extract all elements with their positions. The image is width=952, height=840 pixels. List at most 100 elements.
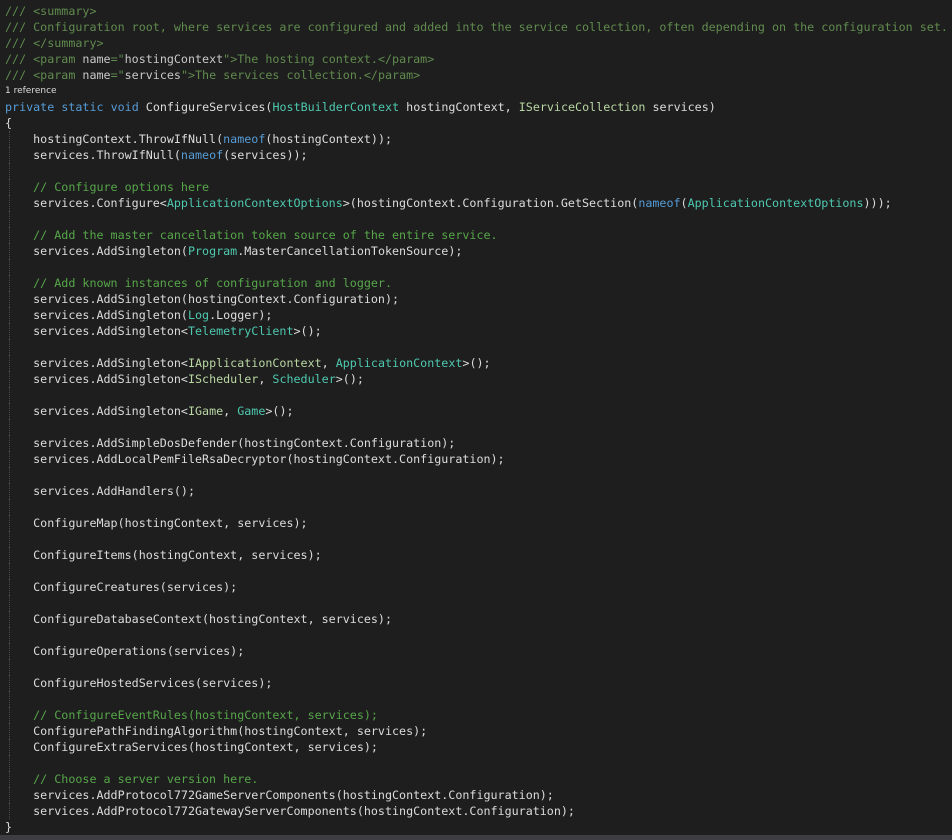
doc-attribute-token: services	[124, 68, 181, 82]
code-text: >();	[293, 324, 322, 338]
indent-guide	[9, 163, 10, 179]
code-text: services)	[645, 100, 716, 114]
keyword-token: static	[61, 100, 104, 114]
indent-guide	[9, 259, 10, 275]
code-editor[interactable]: /// <summary> /// Configuration root, whe…	[0, 3, 952, 835]
indent-guide	[9, 579, 10, 595]
code-line: services.AddHandlers();	[0, 483, 952, 499]
code-text: ConfigureHostedServices(services);	[5, 676, 273, 690]
code-line: private static void ConfigureServices(Ho…	[0, 99, 952, 115]
code-text: hostingContext.ThrowIfNull(	[5, 132, 224, 146]
code-line: services.AddSingleton(Log.Logger);	[0, 307, 952, 323]
code-line: // ConfigureEventRules(hostingContext, s…	[0, 707, 952, 723]
code-text: ConfigureOperations(services);	[5, 644, 245, 658]
indent-guide	[9, 371, 10, 387]
code-line: ConfigureItems(hostingContext, services)…	[0, 547, 952, 563]
code-text: (services));	[223, 148, 308, 162]
doc-comment-token: ">The services collection.</param>	[180, 68, 421, 82]
doc-comment-token: ">The hosting context.</param>	[223, 52, 435, 66]
code-text: {	[5, 116, 13, 130]
indent-guide	[9, 611, 10, 627]
indent-guide	[9, 499, 10, 515]
indent-guide	[9, 739, 10, 755]
code-text: services.Configure<	[5, 196, 167, 210]
horizontal-scrollbar[interactable]	[0, 835, 952, 840]
code-text: services.AddSingleton<	[5, 404, 188, 418]
code-text: services.AddSingleton(	[5, 244, 188, 258]
code-text: ConfigureExtraServices(hostingContext, s…	[5, 740, 378, 754]
code-line: services.AddSingleton<IGame, Game>();	[0, 403, 952, 419]
indent-guide	[9, 403, 10, 419]
code-text: .MasterCancellationTokenSource);	[237, 244, 463, 258]
type-name-token: ApplicationContext	[335, 356, 463, 370]
code-line: services.AddSimpleDosDefender(hostingCon…	[0, 435, 952, 451]
code-line	[0, 755, 952, 771]
code-text: ,	[258, 372, 273, 386]
interface-name-token: IApplicationContext	[187, 356, 322, 370]
code-text: 1 reference	[5, 86, 57, 96]
indent-guide	[9, 291, 10, 307]
code-text: services.AddLocalPemFileRsaDecryptor(hos…	[5, 452, 505, 466]
code-text: >();	[335, 372, 364, 386]
indent-guide	[9, 227, 10, 243]
code-text: services.AddSingleton<	[5, 372, 188, 386]
type-name-token: ApplicationContextOptions	[687, 196, 864, 210]
code-line: services.AddSingleton<TelemetryClient>()…	[0, 323, 952, 339]
indent-guide	[9, 467, 10, 483]
code-line	[0, 467, 952, 483]
keyword-token: private	[5, 100, 55, 114]
indent-guide	[9, 211, 10, 227]
doc-comment-token: /// Configuration root, where services a…	[5, 20, 948, 34]
keyword-token: void	[110, 100, 139, 114]
code-text: ,	[223, 404, 238, 418]
indent-guide	[9, 243, 10, 259]
interface-name-token: IGame	[187, 404, 224, 418]
code-text: services.AddSimpleDosDefender(hostingCon…	[5, 436, 456, 450]
comment-token: // Add the master cancellation token sou…	[5, 228, 498, 242]
indent-guide	[9, 563, 10, 579]
code-line	[0, 211, 952, 227]
indent-guide	[9, 771, 10, 787]
code-line: services.AddSingleton(hostingContext.Con…	[0, 291, 952, 307]
code-line: ConfigureOperations(services);	[0, 643, 952, 659]
code-line: // Add known instances of configuration …	[0, 275, 952, 291]
code-line: ConfigureHostedServices(services);	[0, 675, 952, 691]
doc-comment-token: /// </summary>	[5, 36, 104, 50]
code-line: ConfigureMap(hostingContext, services);	[0, 515, 952, 531]
doc-comment-token: ="	[110, 52, 125, 66]
code-line: /// <param name="services">The services …	[0, 67, 952, 83]
indent-guide	[9, 547, 10, 563]
code-text: ConfigurePathFindingAlgorithm(hostingCon…	[5, 724, 428, 738]
comment-token: // ConfigureEventRules(hostingContext, s…	[5, 708, 378, 722]
code-line: services.AddProtocol772GameServerCompone…	[0, 787, 952, 803]
type-name-token: ApplicationContextOptions	[166, 196, 343, 210]
indent-guide	[9, 755, 10, 771]
doc-comment-token: /// <param	[5, 68, 83, 82]
code-text: (	[680, 196, 688, 210]
code-line: /// <param name="hostingContext">The hos…	[0, 51, 952, 67]
indent-guide	[9, 627, 10, 643]
code-line: services.Configure<ApplicationContextOpt…	[0, 195, 952, 211]
doc-comment-token: /// <param	[5, 52, 83, 66]
keyword-token: nameof	[638, 196, 681, 210]
code-line	[0, 259, 952, 275]
codelens-references[interactable]: 1 reference	[0, 83, 952, 99]
indent-guide	[9, 803, 10, 819]
code-text: }	[5, 820, 13, 834]
keyword-token: nameof	[223, 132, 266, 146]
code-text: >(hostingContext.Configuration.GetSectio…	[342, 196, 639, 210]
indent-guide	[9, 147, 10, 163]
code-text: services.AddSingleton<	[5, 356, 188, 370]
indent-guide	[9, 787, 10, 803]
code-line: services.AddProtocol772GatewayServerComp…	[0, 803, 952, 819]
doc-attribute-token: hostingContext	[124, 52, 224, 66]
code-text: )));	[863, 196, 892, 210]
indent-guide	[9, 659, 10, 675]
type-name-token: Game	[237, 404, 266, 418]
doc-comment-token: ="	[110, 68, 125, 82]
code-line	[0, 499, 952, 515]
indent-guide	[9, 339, 10, 355]
code-text: services.AddSingleton<	[5, 324, 188, 338]
type-name-token: HostBuilderContext	[272, 100, 400, 114]
